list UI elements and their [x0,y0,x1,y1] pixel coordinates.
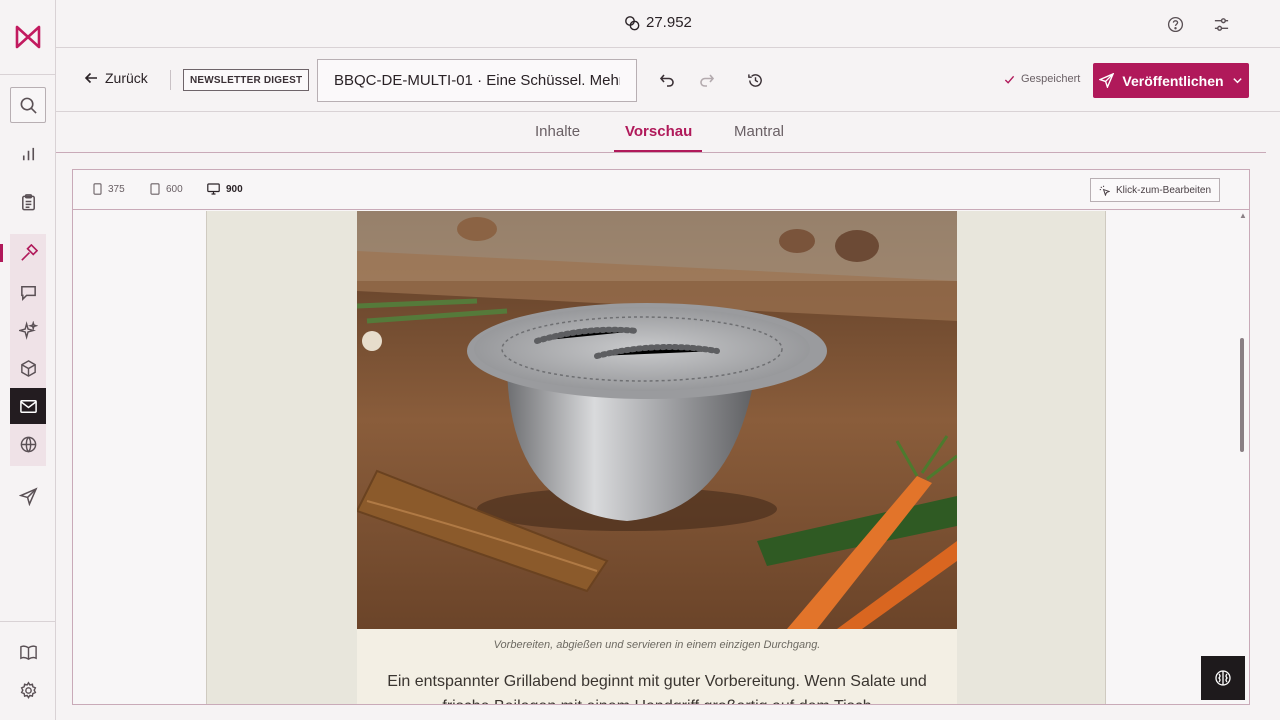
sparkles-icon [18,320,38,340]
save-status: Gespeichert [1004,73,1080,85]
header-divider [170,70,171,90]
device-tablet-label: 600 [166,183,183,195]
tab-inhalte[interactable]: Inhalte [535,123,580,140]
redo-icon [700,74,715,87]
tab-vorschau[interactable]: Vorschau [625,123,692,140]
monitor-icon [207,183,220,195]
newsletter-title-input[interactable] [317,59,637,102]
coins-icon [625,15,640,30]
search-icon [20,97,37,114]
book-icon [19,644,37,660]
sidebar-item-products[interactable] [10,350,46,386]
back-button[interactable]: Zurück [84,70,148,86]
sidebar-item-settings[interactable] [10,672,46,708]
preview-scrollbar-thumb[interactable] [1240,338,1244,452]
device-tablet-button[interactable]: 600 [150,183,183,195]
history-icon [747,73,762,87]
phone-icon [93,183,102,195]
credits-value: 27.952 [646,14,692,31]
sidebar-divider [0,621,56,622]
sidebar [0,0,56,720]
device-desktop-label: 900 [226,183,243,195]
undo-button[interactable] [657,70,677,90]
mail-icon [19,399,37,413]
chevron-down-icon [1232,78,1242,84]
hammer-icon [20,243,38,261]
device-mobile-label: 375 [108,183,125,195]
email-body-text[interactable]: Ein entspannter Grillabend beginnt mit g… [387,669,927,704]
sidebar-item-web[interactable] [10,426,46,462]
sidebar-item-analytics[interactable] [10,136,46,172]
save-status-label: Gespeichert [1021,73,1081,85]
publish-label: Veröffentlichen [1122,72,1224,89]
credits-display: 27.952 [624,14,692,31]
device-mobile-button[interactable]: 375 [93,183,125,195]
active-tab-indicator [614,150,702,152]
tab-mantral[interactable]: Mantral [734,123,784,140]
sidebar-item-messages[interactable] [10,274,46,310]
newsletter-type-badge: NEWSLETTER DIGEST [183,69,310,91]
sidebar-item-docs[interactable] [10,634,46,670]
top-bar: 27.952 [56,0,1280,48]
help-button[interactable] [1164,13,1186,35]
editor-tabs: Inhalte Vorschau Mantral [56,112,1266,153]
undo-icon [659,74,674,87]
email-preview-frame: 375 600 900 Klick-zum-Bearbeiten Vorbere… [72,169,1250,705]
tablet-icon [150,183,160,195]
clipboard-icon [21,193,35,210]
ai-assistant-button[interactable] [1201,656,1245,700]
brand-logo[interactable] [0,0,56,75]
brand-logo-icon [15,25,41,49]
gear-icon [20,680,36,699]
click-to-edit-button[interactable]: Klick-zum-Bearbeiten [1090,178,1221,202]
sidebar-item-search[interactable] [10,87,46,123]
send-icon [18,486,38,506]
bar-chart-icon [22,147,34,160]
chat-icon [20,285,36,301]
email-canvas: Vorbereiten, abgießen und servieren in e… [206,211,1106,704]
hero-caption: Vorbereiten, abgießen und servieren in e… [493,639,821,651]
sidebar-item-clipboard[interactable] [10,184,46,220]
globe-icon [20,436,36,453]
click-to-edit-label: Klick-zum-Bearbeiten [1116,184,1212,196]
sidebar-item-tools[interactable] [0,235,46,271]
scroll-up-arrow[interactable]: ▲ [1239,211,1247,220]
redo-button[interactable] [697,70,717,90]
publish-button[interactable]: Veröffentlichen [1093,63,1249,98]
box-icon [20,359,36,377]
send-icon [1099,73,1115,88]
preferences-button[interactable] [1210,13,1232,35]
sidebar-item-send[interactable] [10,478,46,514]
sidebar-item-newsletter[interactable] [10,388,46,424]
preview-toolbar: 375 600 900 Klick-zum-Bearbeiten [73,170,1249,210]
check-icon [1004,75,1015,84]
sidebar-item-ai[interactable] [10,312,46,348]
sliders-icon [1214,17,1228,31]
back-label: Zurück [105,70,148,86]
cursor-click-icon [1099,185,1110,196]
editor-header: Zurück NEWSLETTER DIGEST Gespeichert Ver… [56,48,1280,112]
email-content-column: Vorbereiten, abgießen und servieren in e… [357,211,957,704]
help-icon [1167,16,1183,32]
hero-image-bowl-grater[interactable] [357,211,957,629]
arrow-left-icon [84,72,97,84]
device-desktop-button[interactable]: 900 [207,183,243,195]
brain-icon [1215,670,1231,686]
history-button[interactable] [745,70,765,90]
